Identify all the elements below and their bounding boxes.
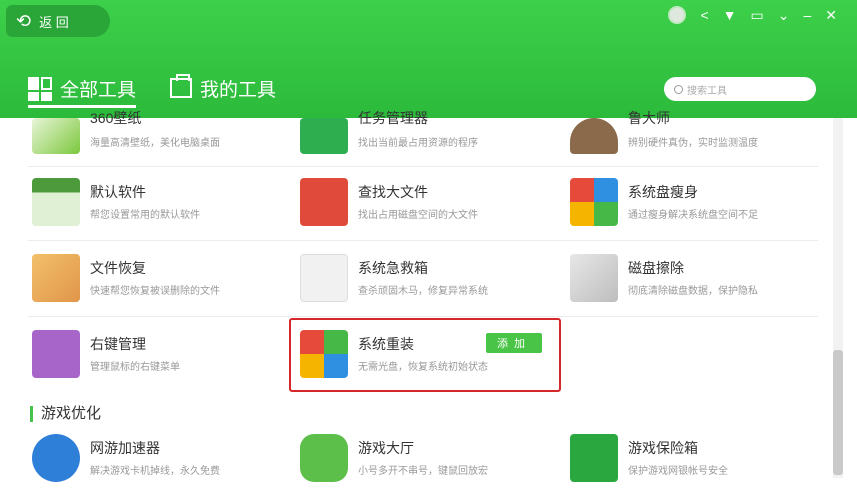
tab-all-tools[interactable]: 全部工具 (28, 72, 137, 108)
mouse-icon (32, 330, 80, 378)
header-bar: ⟲ 返 回 < ▼ ▭ ⌄ – ✕ 全部工具 我的工具 搜索工具 (0, 0, 857, 118)
search-input[interactable]: 搜索工具 (664, 77, 816, 101)
grid-icon (28, 76, 52, 101)
divider (28, 240, 818, 241)
tool-desc: 彻底清除磁盘数据，保护隐私 (628, 286, 758, 297)
toolbox-icon (170, 74, 193, 98)
tool-disk-erase[interactable]: 磁盘擦除 彻底清除磁盘数据，保护隐私 (570, 254, 820, 318)
game-safe-icon (570, 434, 618, 482)
tool-name: 游戏大厅 (358, 440, 414, 456)
tool-default-software[interactable]: 默认软件 帮您设置常用的默认软件 (32, 178, 282, 242)
dropdown-icon[interactable]: ⌄ (778, 7, 790, 24)
tool-right-click[interactable]: 右键管理 管理鼠标的右键菜单 (32, 330, 282, 394)
task-manager-icon (300, 118, 348, 154)
tool-desc: 帮您设置常用的默认软件 (90, 210, 200, 221)
tool-wallpaper[interactable]: 360壁纸 海量高清壁纸，美化电脑桌面 (32, 104, 282, 168)
tool-desc: 解决游戏卡机掉线，永久免费 (90, 466, 220, 477)
tool-game-safe[interactable]: 游戏保险箱 保护游戏网银帐号安全 (570, 434, 820, 497)
tab-my-tools[interactable]: 我的工具 (170, 72, 276, 104)
game-hall-icon (300, 434, 348, 482)
tool-desc: 找出占用磁盘空间的大文件 (358, 210, 478, 221)
tool-desc: 小号多开不串号，键鼠回放宏 (358, 466, 488, 477)
ludashi-icon (570, 118, 618, 154)
back-label: 返 回 (39, 14, 69, 30)
tool-name: 游戏保险箱 (628, 440, 698, 456)
tab-bar: 全部工具 我的工具 (28, 72, 276, 108)
tool-desc: 管理鼠标的右键菜单 (90, 362, 180, 373)
tool-task-manager[interactable]: 任务管理器 找出当前最占用资源的程序 (300, 104, 550, 168)
tool-disk-slim[interactable]: 系统盘瘦身 通过瘦身解决系统盘空间不足 (570, 178, 820, 242)
tool-name: 默认软件 (90, 184, 146, 200)
back-button[interactable]: ⟲ 返 回 (6, 5, 110, 37)
tool-desc: 查杀顽固木马，修复异常系统 (358, 286, 488, 297)
big-file-icon (300, 178, 348, 226)
tool-desc: 找出当前最占用资源的程序 (358, 138, 478, 149)
tool-desc: 海量高清壁纸，美化电脑桌面 (90, 138, 220, 149)
scrollbar-thumb[interactable] (833, 350, 843, 475)
tab-my-tools-label: 我的工具 (200, 79, 277, 101)
disk-slim-icon (570, 178, 618, 226)
minimize-icon[interactable]: – (803, 7, 811, 23)
share-icon[interactable]: < (700, 7, 708, 23)
avatar-icon[interactable] (668, 6, 687, 24)
tool-big-file[interactable]: 查找大文件 找出占用磁盘空间的大文件 (300, 178, 550, 242)
tool-name: 360壁纸 (90, 110, 142, 126)
tool-desc: 通过瘦身解决系统盘空间不足 (628, 210, 758, 221)
tool-name: 系统急救箱 (358, 260, 428, 276)
window-controls: < ▼ ▭ ⌄ – ✕ (668, 6, 837, 24)
divider (28, 166, 818, 167)
tool-name: 查找大文件 (358, 184, 428, 200)
skin-icon[interactable]: ▼ (723, 7, 737, 23)
tool-name: 右键管理 (90, 336, 146, 352)
wallpaper-icon (32, 118, 80, 154)
divider (28, 316, 818, 317)
tool-desc: 快速帮您恢复被误删除的文件 (90, 286, 220, 297)
tool-name: 鲁大师 (628, 110, 670, 126)
back-arrow-icon: ⟲ (16, 11, 32, 31)
tool-game-accelerator[interactable]: 网游加速器 解决游戏卡机掉线，永久免费 (32, 434, 282, 497)
tool-file-recovery[interactable]: 文件恢复 快速帮您恢复被误删除的文件 (32, 254, 282, 318)
tool-desc: 辨别硬件真伪，实时监测温度 (628, 138, 758, 149)
file-recovery-icon (32, 254, 80, 302)
tool-name: 任务管理器 (358, 110, 428, 126)
search-icon (674, 84, 683, 94)
section-title-games: 游戏优化 (30, 406, 101, 422)
tool-name: 文件恢复 (90, 260, 146, 276)
menu-icon[interactable]: ▭ (751, 7, 764, 24)
highlight-box (289, 318, 561, 392)
search-placeholder: 搜索工具 (687, 85, 727, 97)
tool-name: 磁盘擦除 (628, 260, 684, 276)
first-aid-icon (300, 254, 348, 302)
tool-name: 系统盘瘦身 (628, 184, 698, 200)
tab-all-tools-label: 全部工具 (60, 80, 137, 101)
tool-desc: 保护游戏网银帐号安全 (628, 466, 728, 477)
tool-name: 网游加速器 (90, 440, 160, 456)
default-software-icon (32, 178, 80, 226)
game-accelerator-icon (32, 434, 80, 482)
tool-ludashi[interactable]: 鲁大师 辨别硬件真伪，实时监测温度 (570, 104, 820, 168)
tool-first-aid[interactable]: 系统急救箱 查杀顽固木马，修复异常系统 (300, 254, 550, 318)
close-icon[interactable]: ✕ (825, 7, 837, 24)
tool-game-hall[interactable]: 游戏大厅 小号多开不串号，键鼠回放宏 (300, 434, 550, 497)
disk-erase-icon (570, 254, 618, 302)
